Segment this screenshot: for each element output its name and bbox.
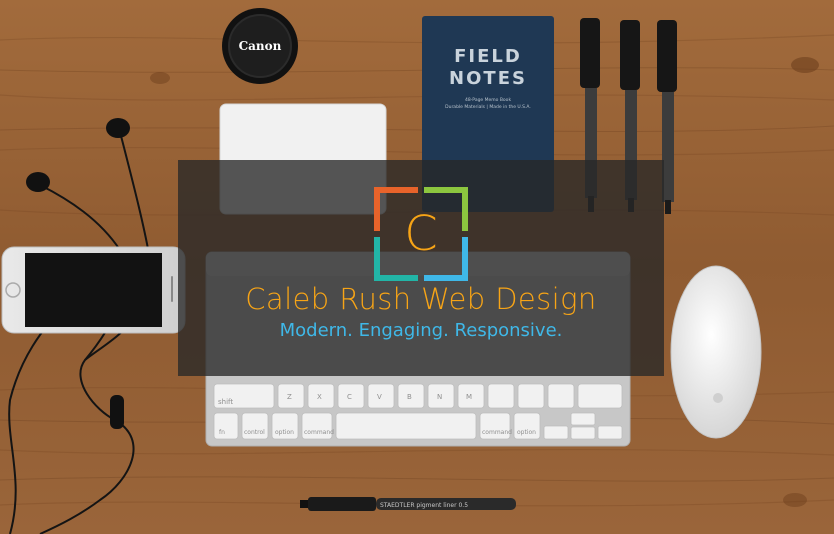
- logo-letter: C: [404, 206, 438, 262]
- key-m-label: M: [466, 393, 472, 401]
- key-option-label: option: [275, 429, 294, 436]
- key-v-label: V: [377, 393, 382, 401]
- brand-tagline: Modern. Engaging. Responsive.: [279, 320, 563, 341]
- earphone-remote: [110, 395, 124, 429]
- key-command-label: command: [304, 429, 334, 436]
- earbud-left: [26, 172, 50, 192]
- key-option-right-label: option: [517, 429, 536, 436]
- smartphone: [1, 246, 186, 334]
- key-shift-label: shift: [218, 398, 233, 406]
- notebook-subtitle-line2: Durable Materials | Made in the U.S.A.: [445, 104, 531, 110]
- brand-overlay: C Caleb Rush Web Design Modern. Engaging…: [178, 160, 664, 376]
- notebook-title-line1: FIELD: [454, 46, 522, 67]
- staedtler-pen: STAEDTLER pigment liner 0.5: [300, 497, 516, 511]
- key-control-label: control: [244, 429, 265, 436]
- notebook-title-line2: NOTES: [449, 68, 527, 89]
- key-command-right-label: command: [482, 429, 512, 436]
- notebook-subtitle-line1: 48-Page Memo Book: [465, 97, 511, 103]
- key-x-label: X: [317, 393, 322, 401]
- key-n-label: N: [437, 393, 442, 401]
- key-z-label: Z: [287, 393, 292, 401]
- key-b-label: B: [407, 393, 412, 401]
- key-fn-label: fn: [219, 429, 225, 436]
- hero-banner: Canon FIELD NOTES 48-Page Memo Book Dura…: [0, 0, 834, 534]
- canon-lens-cap: Canon: [222, 8, 298, 84]
- pen-label: STAEDTLER pigment liner 0.5: [380, 502, 468, 509]
- magic-mouse: [670, 265, 762, 439]
- brand-logo-icon: C: [374, 187, 468, 281]
- brand-name: Caleb Rush Web Design: [245, 282, 597, 316]
- earbud-right: [106, 118, 130, 138]
- lens-cap-label: Canon: [239, 39, 282, 53]
- key-c-label: C: [347, 393, 352, 401]
